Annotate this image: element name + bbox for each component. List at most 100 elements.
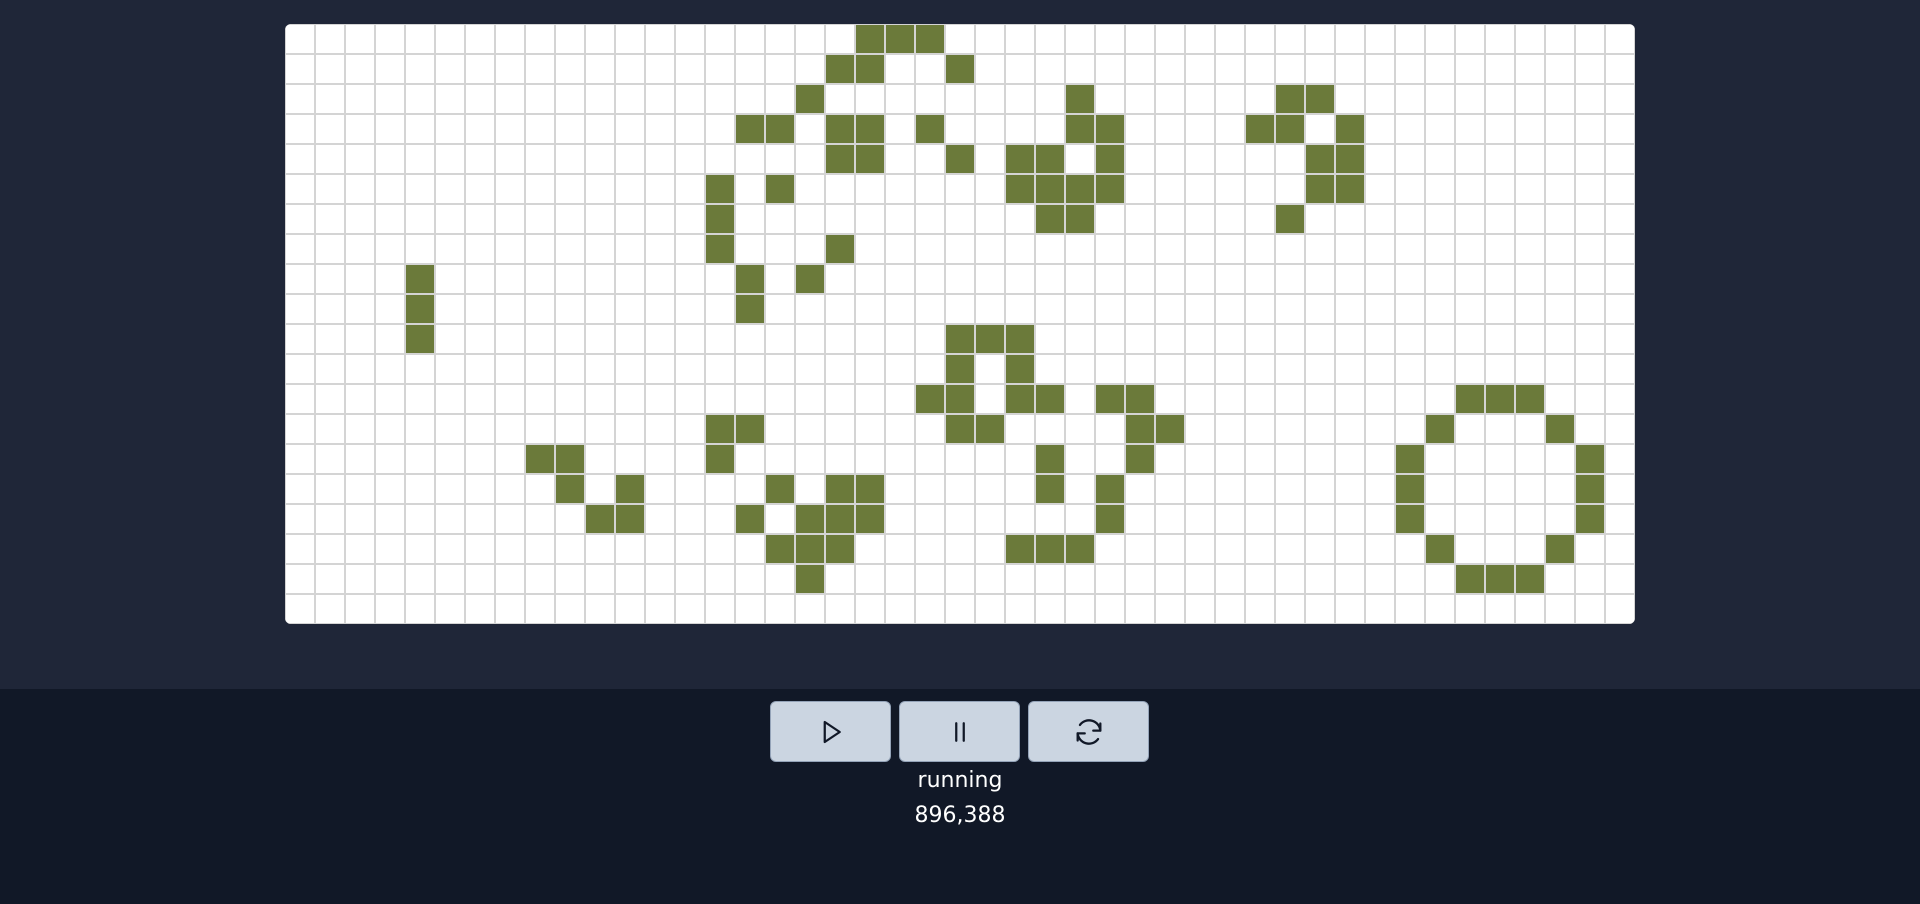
live-cell[interactable]	[585, 504, 615, 534]
live-cell[interactable]	[825, 234, 855, 264]
live-cell[interactable]	[1395, 504, 1425, 534]
live-cell[interactable]	[1485, 384, 1515, 414]
live-cell[interactable]	[975, 324, 1005, 354]
live-cell[interactable]	[1065, 84, 1095, 114]
live-cell[interactable]	[1245, 114, 1275, 144]
live-cell[interactable]	[1095, 384, 1125, 414]
live-cell[interactable]	[1425, 534, 1455, 564]
live-cell[interactable]	[1095, 114, 1125, 144]
live-cell[interactable]	[855, 114, 885, 144]
live-cell[interactable]	[1035, 444, 1065, 474]
pause-button[interactable]	[899, 701, 1020, 762]
live-cell[interactable]	[825, 474, 855, 504]
live-cell[interactable]	[1305, 144, 1335, 174]
live-cell[interactable]	[735, 294, 765, 324]
live-cell[interactable]	[1545, 414, 1575, 444]
live-cell[interactable]	[705, 204, 735, 234]
live-cell[interactable]	[705, 444, 735, 474]
live-cell[interactable]	[945, 54, 975, 84]
live-cell[interactable]	[1395, 444, 1425, 474]
live-cell[interactable]	[795, 264, 825, 294]
live-cell[interactable]	[1035, 174, 1065, 204]
live-cell[interactable]	[555, 444, 585, 474]
live-cell[interactable]	[1485, 564, 1515, 594]
live-cell[interactable]	[1035, 144, 1065, 174]
live-cell[interactable]	[1305, 174, 1335, 204]
live-cell[interactable]	[765, 174, 795, 204]
live-cell[interactable]	[555, 474, 585, 504]
live-cell[interactable]	[1125, 384, 1155, 414]
live-cell[interactable]	[1005, 384, 1035, 414]
live-cell[interactable]	[825, 144, 855, 174]
live-cell[interactable]	[525, 444, 555, 474]
live-cell[interactable]	[855, 504, 885, 534]
live-cell[interactable]	[825, 534, 855, 564]
live-cell[interactable]	[1155, 414, 1185, 444]
play-button[interactable]	[770, 701, 891, 762]
live-cell[interactable]	[945, 414, 975, 444]
live-cell[interactable]	[1395, 474, 1425, 504]
live-cell[interactable]	[1095, 144, 1125, 174]
live-cell[interactable]	[1275, 114, 1305, 144]
live-cell[interactable]	[1065, 534, 1095, 564]
live-cell[interactable]	[795, 84, 825, 114]
live-cell[interactable]	[1575, 474, 1605, 504]
live-cell[interactable]	[855, 474, 885, 504]
live-cell[interactable]	[1275, 204, 1305, 234]
live-cell[interactable]	[795, 504, 825, 534]
live-cell[interactable]	[405, 264, 435, 294]
live-cell[interactable]	[1425, 414, 1455, 444]
live-cell[interactable]	[1125, 444, 1155, 474]
live-cell[interactable]	[735, 414, 765, 444]
live-cell[interactable]	[615, 474, 645, 504]
live-cell[interactable]	[915, 114, 945, 144]
live-cell[interactable]	[1515, 384, 1545, 414]
live-cell[interactable]	[885, 24, 915, 54]
live-cell[interactable]	[945, 144, 975, 174]
live-cell[interactable]	[705, 234, 735, 264]
live-cell[interactable]	[1575, 504, 1605, 534]
live-cell[interactable]	[1035, 204, 1065, 234]
live-cell[interactable]	[735, 504, 765, 534]
live-cell[interactable]	[735, 114, 765, 144]
live-cell[interactable]	[1335, 174, 1365, 204]
live-cell[interactable]	[1005, 144, 1035, 174]
live-cell[interactable]	[1515, 564, 1545, 594]
live-cell[interactable]	[1545, 534, 1575, 564]
live-cell[interactable]	[915, 384, 945, 414]
live-cell[interactable]	[1065, 114, 1095, 144]
live-cell[interactable]	[1005, 354, 1035, 384]
live-cell[interactable]	[1455, 384, 1485, 414]
live-cell[interactable]	[735, 264, 765, 294]
live-cell[interactable]	[855, 144, 885, 174]
live-cell[interactable]	[765, 534, 795, 564]
life-grid-board[interactable]	[285, 24, 1635, 624]
live-cell[interactable]	[405, 294, 435, 324]
live-cell[interactable]	[915, 24, 945, 54]
live-cell[interactable]	[615, 504, 645, 534]
live-cell[interactable]	[1005, 174, 1035, 204]
live-cell[interactable]	[825, 114, 855, 144]
live-cell[interactable]	[1095, 474, 1125, 504]
live-cell[interactable]	[1005, 534, 1035, 564]
live-cell[interactable]	[1125, 414, 1155, 444]
live-cell[interactable]	[1095, 174, 1125, 204]
live-cell[interactable]	[795, 534, 825, 564]
live-cell[interactable]	[825, 504, 855, 534]
live-cell[interactable]	[855, 54, 885, 84]
live-cell[interactable]	[705, 174, 735, 204]
live-cell[interactable]	[1275, 84, 1305, 114]
live-cell[interactable]	[1035, 534, 1065, 564]
live-cell[interactable]	[945, 384, 975, 414]
live-cell[interactable]	[1335, 144, 1365, 174]
live-cell[interactable]	[705, 414, 735, 444]
live-cell[interactable]	[825, 54, 855, 84]
live-cell[interactable]	[1575, 444, 1605, 474]
live-cell[interactable]	[765, 474, 795, 504]
reset-button[interactable]	[1028, 701, 1149, 762]
live-cell[interactable]	[1065, 174, 1095, 204]
live-cell[interactable]	[1335, 114, 1365, 144]
life-grid[interactable]	[285, 24, 1635, 624]
live-cell[interactable]	[945, 354, 975, 384]
live-cell[interactable]	[1005, 324, 1035, 354]
